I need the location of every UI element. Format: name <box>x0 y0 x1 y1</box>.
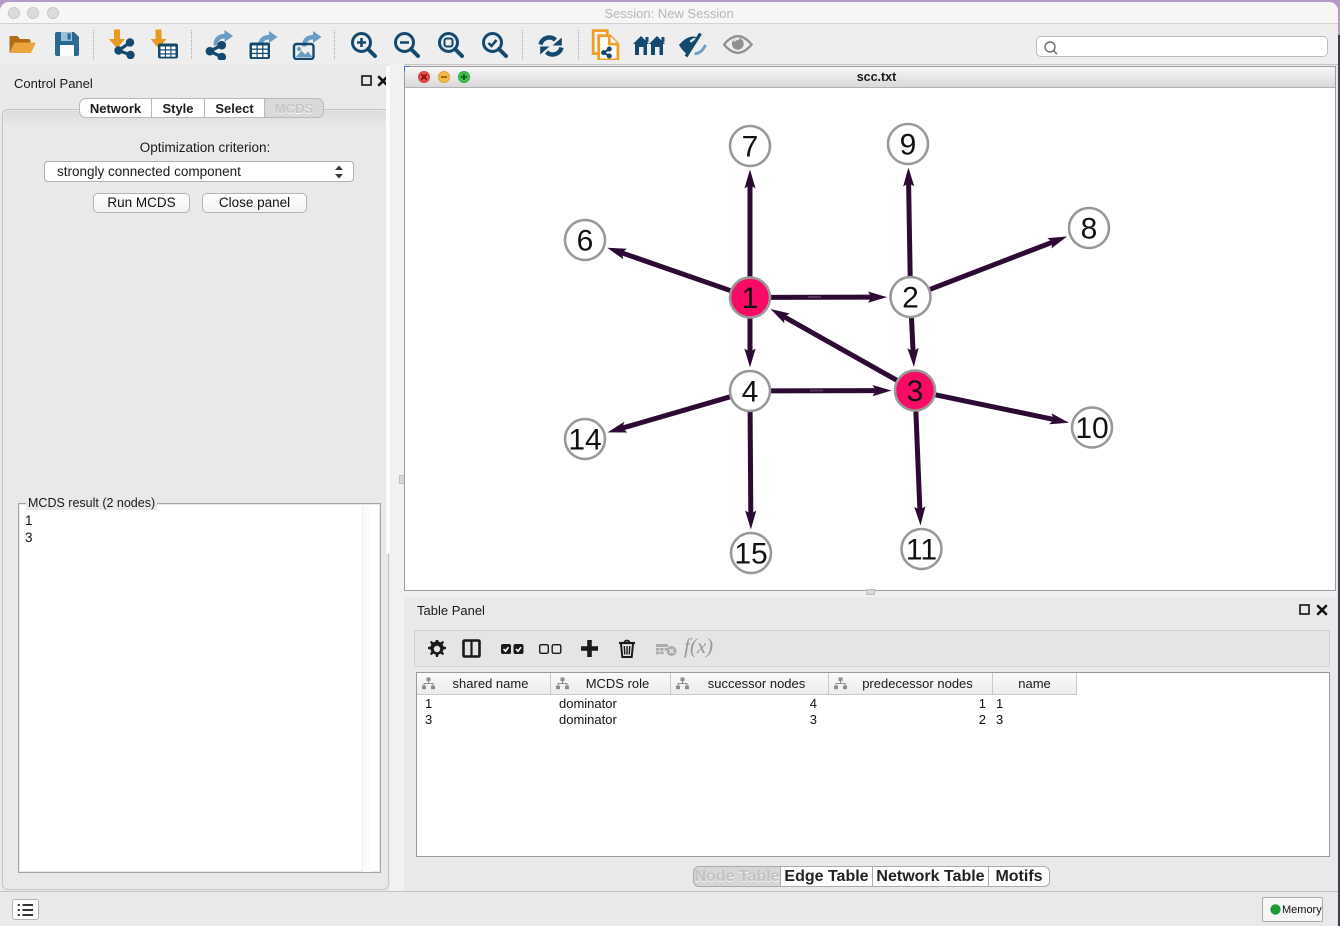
svg-text:7: 7 <box>742 131 759 164</box>
svg-text:4: 4 <box>742 376 759 409</box>
svg-text:8: 8 <box>1081 213 1098 246</box>
svg-text:15: 15 <box>734 538 767 571</box>
svg-text:9: 9 <box>900 129 917 162</box>
svg-text:2: 2 <box>902 282 919 315</box>
svg-text:1: 1 <box>742 282 759 315</box>
svg-text:10: 10 <box>1075 412 1108 445</box>
svg-text:6: 6 <box>577 225 594 258</box>
svg-text:14: 14 <box>568 424 601 457</box>
svg-text:3: 3 <box>907 375 924 408</box>
svg-text:11: 11 <box>906 534 937 567</box>
